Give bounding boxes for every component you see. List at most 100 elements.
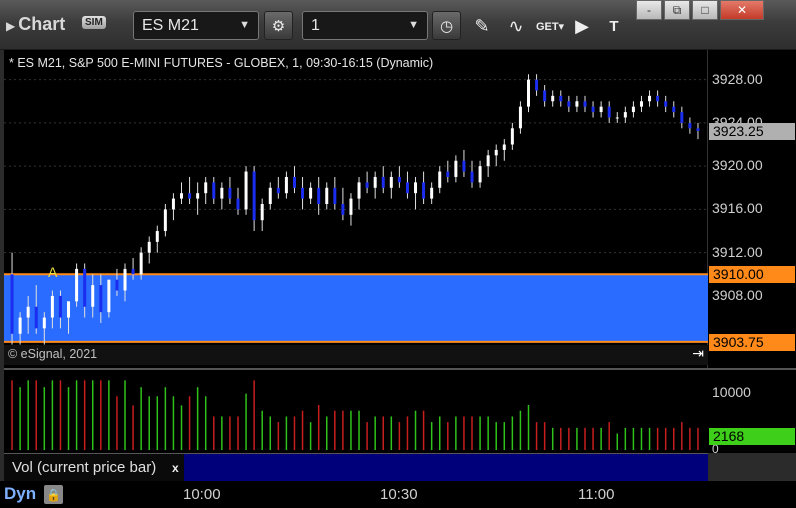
candle-body xyxy=(583,101,587,107)
candle-body xyxy=(414,182,418,194)
chevron-down-icon: ▼ xyxy=(408,19,419,31)
candle-body xyxy=(58,295,62,318)
symbol-field[interactable]: ES M21 ▼ xyxy=(133,11,259,40)
chart-title: * ES M21, S&P 500 E-MINI FUTURES - GLOBE… xyxy=(9,56,434,70)
band-low-badge: 3903.75 xyxy=(709,333,795,351)
candle-body xyxy=(42,317,46,329)
candle-body xyxy=(50,295,54,318)
candle-body xyxy=(228,187,232,199)
candle-body xyxy=(180,193,183,199)
maximize-button[interactable]: □ xyxy=(692,0,718,20)
candle-body xyxy=(196,193,200,199)
symbol-value: ES M21 xyxy=(142,17,199,34)
candle-body xyxy=(365,182,369,188)
minimize-button[interactable]: - xyxy=(636,0,662,20)
candle-body xyxy=(397,176,401,183)
study-button[interactable]: ∿ xyxy=(502,12,530,40)
price-axis[interactable]: 3928.00 3924.00 3920.00 3916.00 3912.00 3908.… xyxy=(708,50,796,368)
candle-body xyxy=(575,101,579,107)
candle-body xyxy=(317,187,321,204)
price-chart[interactable]: * ES M21, S&P 500 E-MINI FUTURES - GLOBE… xyxy=(4,50,708,368)
candle-body xyxy=(518,106,522,129)
candle-body xyxy=(212,182,216,199)
candle-body xyxy=(446,171,450,177)
candle-body xyxy=(252,171,256,221)
window-title[interactable]: ▶ Chart xyxy=(6,14,65,35)
candle-body xyxy=(535,79,539,91)
candle-body xyxy=(236,198,240,210)
play-button[interactable]: ▶ xyxy=(568,12,596,40)
candle-body xyxy=(639,101,643,107)
candle-body xyxy=(123,268,127,291)
price-axis-label: 3912.00 xyxy=(712,243,763,260)
restore-button[interactable]: ⧉ xyxy=(664,0,690,20)
close-button[interactable]: ✕ xyxy=(720,0,764,20)
candle-body xyxy=(131,268,135,275)
close-icon: ✕ xyxy=(736,3,748,17)
candle-body xyxy=(648,95,652,102)
candle-body xyxy=(623,112,627,118)
candle-body xyxy=(67,301,71,318)
price-axis-label: 3916.00 xyxy=(712,200,763,217)
candle-body xyxy=(486,155,490,167)
price-axis-label: 3920.00 xyxy=(712,157,763,174)
candle-body xyxy=(284,176,288,194)
tt-button[interactable]: T xyxy=(600,12,628,40)
candle-body xyxy=(18,317,22,334)
candle-body xyxy=(309,187,313,199)
candle-body xyxy=(75,268,79,302)
minimize-icon: - xyxy=(647,3,651,17)
volume-bars xyxy=(11,380,699,450)
candle-body xyxy=(260,204,264,221)
cycle-button[interactable]: ⚙ xyxy=(264,11,293,40)
candle-body xyxy=(615,117,619,119)
candle-body xyxy=(147,241,151,253)
toolbar: ▶ Chart SIM ES M21 ▼ ⚙ 1 ▼ ◷ ✎ ∿ GET▾ ▶ T… xyxy=(0,0,796,50)
chevron-down-icon: ▼ xyxy=(239,19,250,31)
candle-body xyxy=(494,149,498,156)
dynamic-mode-label[interactable]: Dyn xyxy=(4,484,36,504)
copyright: © eSignal, 2021 xyxy=(8,347,98,361)
time-axis[interactable]: Dyn 🔒 10:00 10:30 11:00 xyxy=(0,481,796,508)
candle-body xyxy=(91,285,95,307)
play-icon: ▶ xyxy=(575,15,589,36)
interval-value: 1 xyxy=(311,17,320,34)
clock-button[interactable]: ◷ xyxy=(432,11,461,40)
candle-body xyxy=(672,106,676,113)
candle-body xyxy=(567,101,571,107)
close-study-icon[interactable]: x xyxy=(172,454,179,482)
candle-body xyxy=(171,198,175,210)
interval-field[interactable]: 1 ▼ xyxy=(302,11,428,40)
candle-body xyxy=(680,112,684,123)
get-button[interactable]: GET▾ xyxy=(536,12,564,40)
candle-body xyxy=(163,209,167,232)
volume-chart[interactable] xyxy=(4,368,708,453)
copyright-bar: © eSignal, 2021 ⇥ xyxy=(4,345,708,365)
candle-body xyxy=(268,187,272,204)
candle-body xyxy=(510,128,514,145)
tt-icon: T xyxy=(609,17,619,35)
candle-body xyxy=(430,187,434,199)
price-axis-label: 3908.00 xyxy=(712,286,763,303)
band-high-badge: 3910.00 xyxy=(709,266,795,284)
time-label: 11:00 xyxy=(578,486,615,503)
candle-body xyxy=(551,95,555,102)
last-price-badge: 3923.25 xyxy=(709,123,795,140)
scroll-to-end-icon[interactable]: ⇥ xyxy=(692,345,704,362)
candle-body xyxy=(462,160,466,172)
lock-icon[interactable]: 🔒 xyxy=(44,485,63,504)
candle-body xyxy=(470,171,474,183)
draw-button[interactable]: ✎ xyxy=(468,12,496,40)
volume-study-tab[interactable]: Vol (current price bar) x xyxy=(4,454,184,482)
candle-body xyxy=(188,193,192,199)
volume-axis[interactable]: 10000 0 2168 xyxy=(708,368,796,456)
candle-body xyxy=(333,187,337,204)
candle-body xyxy=(591,106,595,113)
candle-body xyxy=(454,160,458,177)
volume-label-bar: Vol (current price bar) x xyxy=(4,453,708,482)
candle-body xyxy=(607,106,611,118)
candle-body xyxy=(325,187,329,204)
candle-body xyxy=(422,182,426,199)
volume-chart-svg xyxy=(11,380,699,450)
candle-body xyxy=(34,306,38,329)
